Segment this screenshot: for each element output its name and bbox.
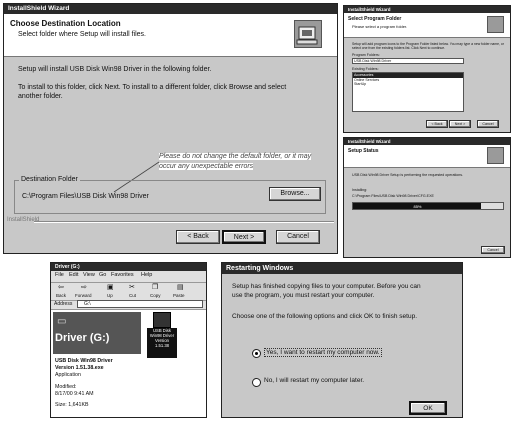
- file-label-box: USB Disk Win98 Driver Version 1.51.38: [147, 328, 177, 358]
- back-button[interactable]: < Back: [426, 120, 448, 128]
- install-wizard-status-window: InstallShield Wizard Setup Status USB Di…: [343, 137, 511, 258]
- install-wizard-program-folder-window: InstallShield Wizard Select Program Fold…: [343, 5, 511, 133]
- restart-later-option[interactable]: No, I will restart my computer later.: [252, 377, 452, 387]
- back-button[interactable]: < Back: [176, 230, 220, 244]
- drive-label: Driver (G:): [55, 332, 110, 344]
- copy-icon[interactable]: ❐: [152, 283, 158, 291]
- program-folder-value: USB Disk Win98 Driver: [354, 59, 392, 63]
- next-button[interactable]: Next >: [449, 120, 471, 128]
- program-folder-input[interactable]: USB Disk Win98 Driver: [352, 58, 464, 64]
- cut-toolbar-button[interactable]: Cut: [129, 293, 136, 298]
- wizard-subheading: Please select a program folder.: [352, 24, 408, 29]
- installing-label: Installing:: [352, 188, 368, 192]
- address-input[interactable]: G:\: [77, 300, 203, 308]
- menu-item-file[interactable]: File: [55, 272, 64, 278]
- installing-file: C:\Program Files\USB Disk Win98 Driver\C…: [352, 194, 434, 198]
- program-folder-label: Program Folders:: [352, 53, 380, 57]
- browse-button[interactable]: Browse...: [269, 187, 321, 201]
- ok-button[interactable]: OK: [409, 401, 447, 415]
- destination-folder-label: Destination Folder: [19, 176, 80, 183]
- wizard-header: Setup Status: [344, 145, 510, 168]
- list-item[interactable]: StartUp: [353, 82, 463, 87]
- address-label: Address: [54, 301, 73, 307]
- destination-path: C:\Program Files\USB Disk Win98 Driver: [22, 193, 149, 200]
- restart-message-line1: Setup has finished copying files to your…: [232, 283, 421, 290]
- wizard-heading: Select Program Folder: [348, 16, 402, 22]
- menu-item-go[interactable]: Go: [99, 272, 106, 278]
- cut-icon[interactable]: ✂: [129, 283, 135, 291]
- install-wizard-destination-window: InstallShield Wizard Choose Destination …: [3, 3, 338, 254]
- up-toolbar-button[interactable]: Up: [107, 293, 113, 298]
- status-message: USB Disk Win98 Driver Setup is performin…: [352, 173, 464, 177]
- menu-item-help[interactable]: Help: [141, 272, 152, 278]
- restart-now-option[interactable]: Yes, I want to restart my computer now.: [252, 348, 452, 358]
- back-toolbar-button[interactable]: Back: [56, 293, 66, 298]
- window-title: Driver (G:): [51, 263, 206, 271]
- file-item[interactable]: USB Disk Win98 Driver Version 1.51.38: [147, 312, 177, 360]
- file-size: Size: 1,641KB: [55, 402, 89, 408]
- wizard-header: Select Program Folder Please select a pr…: [344, 13, 510, 38]
- toolbar: ⇦ Back ⇨ Forward ▣ Up ✂ Cut ❐ Copy ▤ Pas…: [51, 282, 206, 301]
- installer-computer-icon: [487, 16, 504, 33]
- file-info-version: Version 1.51.38.exe: [55, 365, 104, 371]
- cancel-button[interactable]: Cancel: [276, 230, 320, 244]
- drive-icon: ▭: [57, 316, 67, 327]
- file-label-line: 1.51.38: [155, 343, 169, 348]
- menu-bar: File Edit View Go Favorites Help: [51, 272, 206, 281]
- address-bar: Address G:\: [51, 300, 206, 310]
- copy-toolbar-button[interactable]: Copy: [150, 293, 161, 298]
- folder-info-pane: ▭ Driver (G:) USB Disk Win98 Driver Vers…: [51, 310, 143, 417]
- paste-icon[interactable]: ▤: [177, 283, 184, 291]
- radio-selected-icon[interactable]: [252, 349, 261, 358]
- window-title: Restarting Windows: [222, 263, 462, 274]
- forward-icon[interactable]: ⇨: [81, 283, 87, 291]
- file-info-type: Application: [55, 372, 81, 378]
- modified-label: Modified:: [55, 384, 77, 390]
- radio-empty-icon[interactable]: [252, 378, 261, 387]
- restart-message-line2: use the program, you must restart your c…: [232, 292, 375, 299]
- progress-percent: 85%: [413, 204, 422, 209]
- paste-toolbar-button[interactable]: Paste: [173, 293, 185, 298]
- restart-instruction: Choose one of the following options and …: [232, 313, 417, 320]
- callout-line: [113, 161, 160, 193]
- menu-item-edit[interactable]: Edit: [69, 272, 78, 278]
- forward-toolbar-button[interactable]: Forward: [75, 293, 92, 298]
- back-icon[interactable]: ⇦: [58, 283, 64, 291]
- wizard-heading: Setup Status: [348, 148, 379, 154]
- installer-computer-icon: [487, 147, 504, 164]
- menu-item-view[interactable]: View: [83, 272, 95, 278]
- installshield-footer-label: InstallShield: [7, 217, 40, 223]
- cancel-button[interactable]: Cancel: [477, 120, 499, 128]
- window-title: InstallShield Wizard: [344, 6, 510, 13]
- address-value: G:\: [84, 301, 91, 307]
- progress-bar: 85%: [352, 202, 504, 210]
- existing-folders-label: Existing Folders:: [352, 67, 379, 71]
- cancel-button[interactable]: Cancel: [481, 246, 505, 254]
- existing-folders-list[interactable]: Accessories Online Services StartUp: [352, 72, 464, 112]
- folder-view: ▭ Driver (G:) USB Disk Win98 Driver Vers…: [51, 310, 206, 417]
- next-button[interactable]: Next >: [222, 230, 266, 244]
- menu-item-favorites[interactable]: Favorites: [111, 272, 134, 278]
- restart-now-label: Yes, I want to restart my computer now.: [264, 348, 382, 357]
- restart-dialog-window: Restarting Windows Setup has finished co…: [221, 262, 463, 418]
- wizard-body: Setup will add program icons to the Prog…: [352, 42, 504, 50]
- setup-program-icon: [153, 312, 171, 328]
- window-title: InstallShield Wizard: [344, 138, 510, 145]
- radio-dot: [255, 352, 258, 355]
- up-folder-icon[interactable]: ▣: [107, 283, 114, 291]
- restart-later-label: No, I will restart my computer later.: [264, 377, 365, 384]
- file-info-title: USB Disk Win98 Driver: [55, 358, 113, 364]
- explorer-window: Driver (G:) File Edit View Go Favorites …: [50, 262, 207, 418]
- modified-value: 8/17/00 9:41 AM: [55, 391, 94, 397]
- footer-separator: [34, 221, 334, 223]
